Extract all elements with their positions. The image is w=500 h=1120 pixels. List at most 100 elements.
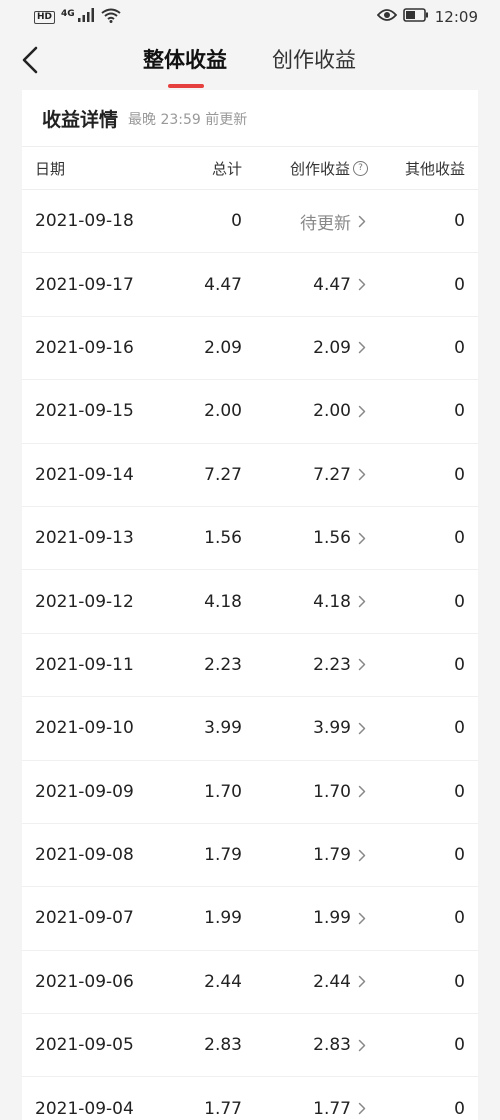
- row-other: 0: [454, 654, 465, 675]
- tab-creation-earnings[interactable]: 创作收益: [272, 46, 356, 74]
- row-creation-value: 待更新: [300, 213, 351, 234]
- row-date: 2021-09-16: [35, 337, 134, 358]
- row-creation-earnings-link[interactable]: 2.09: [313, 317, 368, 379]
- row-total: 1.79: [204, 845, 242, 866]
- table-row: 2021-09-10 3.99 3.99 0: [22, 697, 478, 761]
- chevron-right-icon: [356, 341, 368, 355]
- row-total: 1.77: [204, 1098, 242, 1119]
- row-other: 0: [454, 781, 465, 802]
- table-row: 2021-09-11 2.23 2.23 0: [22, 634, 478, 698]
- back-button[interactable]: [14, 44, 46, 80]
- row-total: 2.44: [204, 971, 242, 992]
- row-creation-value: 1.79: [313, 845, 351, 866]
- row-total: 3.99: [204, 718, 242, 739]
- row-creation-value: 1.56: [313, 528, 351, 549]
- chevron-right-icon: [356, 975, 368, 989]
- status-left: HD 4G: [34, 8, 121, 27]
- row-date: 2021-09-17: [35, 274, 134, 295]
- row-total: 7.27: [204, 464, 242, 485]
- row-creation-earnings-link[interactable]: 3.99: [313, 697, 368, 759]
- wifi-icon: [101, 8, 121, 27]
- chevron-right-icon: [356, 785, 368, 799]
- row-creation-earnings-link[interactable]: 4.47: [313, 253, 368, 315]
- row-date: 2021-09-12: [35, 591, 134, 612]
- row-creation-earnings-link[interactable]: 1.70: [313, 761, 368, 823]
- help-icon[interactable]: ?: [353, 160, 368, 176]
- row-other: 0: [454, 908, 465, 929]
- row-total: 1.99: [204, 908, 242, 929]
- row-creation-earnings-link[interactable]: 1.79: [313, 824, 368, 886]
- row-other: 0: [454, 1098, 465, 1119]
- top-navigation: 整体收益 创作收益: [0, 34, 500, 90]
- row-date: 2021-09-09: [35, 781, 134, 802]
- back-arrow-icon: [21, 46, 39, 78]
- row-total: 1.56: [204, 528, 242, 549]
- row-other: 0: [454, 274, 465, 295]
- table-row: 2021-09-04 1.77 1.77 0: [22, 1077, 478, 1120]
- row-creation-value: 1.70: [313, 781, 351, 802]
- chevron-right-icon: [356, 468, 368, 482]
- row-creation-earnings-link[interactable]: 待更新: [300, 190, 368, 252]
- chevron-right-icon: [356, 214, 368, 228]
- status-right: 12:09: [376, 8, 478, 26]
- chevron-right-icon: [356, 658, 368, 672]
- eye-icon: [376, 8, 397, 26]
- row-creation-earnings-link[interactable]: 2.83: [313, 1014, 368, 1076]
- table-header: 日期 总计 创作收益 ? 其他收益: [22, 147, 478, 190]
- row-creation-value: 4.18: [313, 591, 351, 612]
- row-creation-value: 3.99: [313, 718, 351, 739]
- row-other: 0: [454, 718, 465, 739]
- row-other: 0: [454, 1035, 465, 1056]
- row-creation-value: 4.47: [313, 274, 351, 295]
- column-header-creation-label: 创作收益: [289, 159, 350, 178]
- chevron-right-icon: [356, 278, 368, 292]
- earnings-detail-card: 收益详情 最晚 23:59 前更新 日期 总计 创作收益 ? 其他收益 2021…: [22, 90, 478, 1120]
- row-other: 0: [454, 971, 465, 992]
- row-creation-earnings-link[interactable]: 7.27: [313, 444, 368, 506]
- row-creation-earnings-link[interactable]: 4.18: [313, 570, 368, 632]
- status-bar: HD 4G 12:09: [0, 0, 500, 34]
- active-tab-indicator: [168, 84, 204, 88]
- row-date: 2021-09-08: [35, 845, 134, 866]
- table-row: 2021-09-07 1.99 1.99 0: [22, 887, 478, 951]
- row-creation-earnings-link[interactable]: 2.00: [313, 380, 368, 442]
- row-creation-earnings-link[interactable]: 1.99: [313, 887, 368, 949]
- row-date: 2021-09-04: [35, 1098, 134, 1119]
- table-row: 2021-09-15 2.00 2.00 0: [22, 380, 478, 444]
- row-total: 2.23: [204, 654, 242, 675]
- column-header-creation: 创作收益 ?: [290, 147, 368, 189]
- card-title: 收益详情: [42, 108, 119, 131]
- row-total: 2.83: [204, 1035, 242, 1056]
- earnings-table-body: 2021-09-18 0 待更新 0 2021-09-17 4.47 4.47 0 2021-0…: [22, 190, 478, 1120]
- row-other: 0: [454, 401, 465, 422]
- row-creation-earnings-link[interactable]: 1.77: [313, 1077, 368, 1120]
- row-total: 4.47: [204, 274, 242, 295]
- row-creation-earnings-link[interactable]: 2.44: [313, 951, 368, 1013]
- row-creation-earnings-link[interactable]: 1.56: [313, 507, 368, 569]
- update-note: 最晚 23:59 前更新: [128, 112, 248, 128]
- chevron-right-icon: [356, 531, 368, 545]
- table-row: 2021-09-06 2.44 2.44 0: [22, 951, 478, 1015]
- table-row: 2021-09-05 2.83 2.83 0: [22, 1014, 478, 1078]
- chevron-right-icon: [356, 848, 368, 862]
- row-date: 2021-09-05: [35, 1035, 134, 1056]
- row-other: 0: [454, 845, 465, 866]
- row-other: 0: [454, 464, 465, 485]
- row-date: 2021-09-15: [35, 401, 134, 422]
- table-row: 2021-09-14 7.27 7.27 0: [22, 444, 478, 507]
- tab-overall-earnings[interactable]: 整体收益: [143, 46, 227, 74]
- hd-badge: HD: [34, 10, 56, 24]
- column-header-date: 日期: [35, 159, 66, 178]
- row-creation-value: 7.27: [313, 464, 351, 485]
- card-header: 收益详情 最晚 23:59 前更新: [22, 90, 478, 147]
- row-total: 2.00: [204, 401, 242, 422]
- row-creation-value: 2.44: [313, 971, 351, 992]
- row-other: 0: [454, 591, 465, 612]
- clock-time: 12:09: [434, 8, 478, 26]
- row-date: 2021-09-11: [35, 654, 134, 675]
- row-date: 2021-09-13: [35, 528, 134, 549]
- column-header-total: 总计: [211, 159, 242, 178]
- table-row: 2021-09-12 4.18 4.18 0: [22, 570, 478, 634]
- row-creation-earnings-link[interactable]: 2.23: [313, 634, 368, 696]
- row-date: 2021-09-18: [35, 211, 134, 232]
